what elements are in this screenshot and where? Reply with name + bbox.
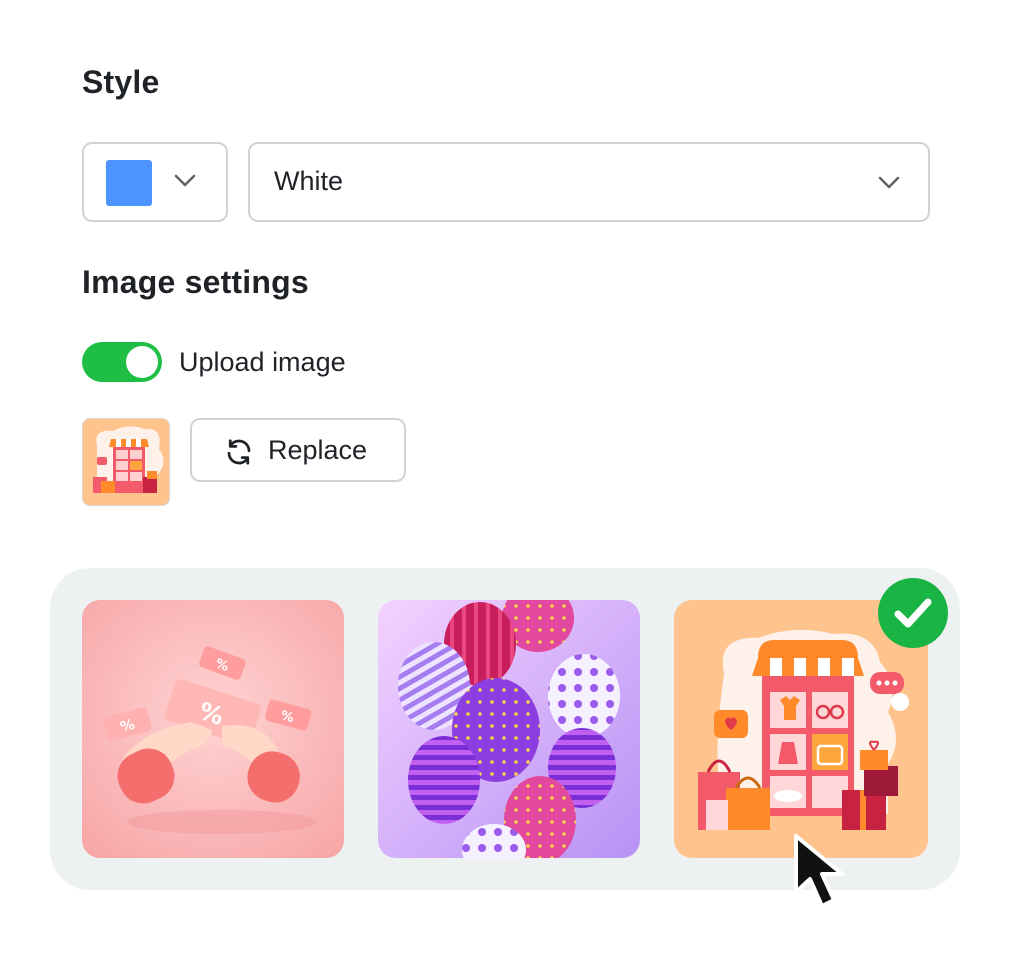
selected-check-badge	[878, 578, 948, 648]
checkmark-icon	[894, 598, 932, 628]
gallery-item-coupon-hands[interactable]: % % % %	[82, 600, 344, 858]
uploaded-image-thumbnail	[82, 418, 170, 506]
replace-button-label: Replace	[268, 435, 368, 465]
mouse-pointer-icon	[794, 834, 844, 908]
toggle-knob	[126, 346, 158, 378]
chevron-down-icon	[878, 176, 900, 189]
color-swatch	[106, 160, 152, 206]
upload-image-label: Upload image	[179, 347, 346, 377]
chevron-down-icon	[174, 174, 196, 187]
replace-button[interactable]: Replace	[190, 418, 406, 482]
gallery-item-balloons[interactable]	[378, 600, 640, 858]
image-settings-heading: Image settings	[82, 264, 309, 300]
style-heading: Style	[82, 64, 160, 100]
theme-select-value: White	[274, 166, 344, 196]
refresh-icon	[227, 439, 251, 465]
upload-image-toggle[interactable]	[82, 342, 162, 382]
theme-select[interactable]: White	[248, 142, 930, 222]
color-select[interactable]	[82, 142, 228, 222]
